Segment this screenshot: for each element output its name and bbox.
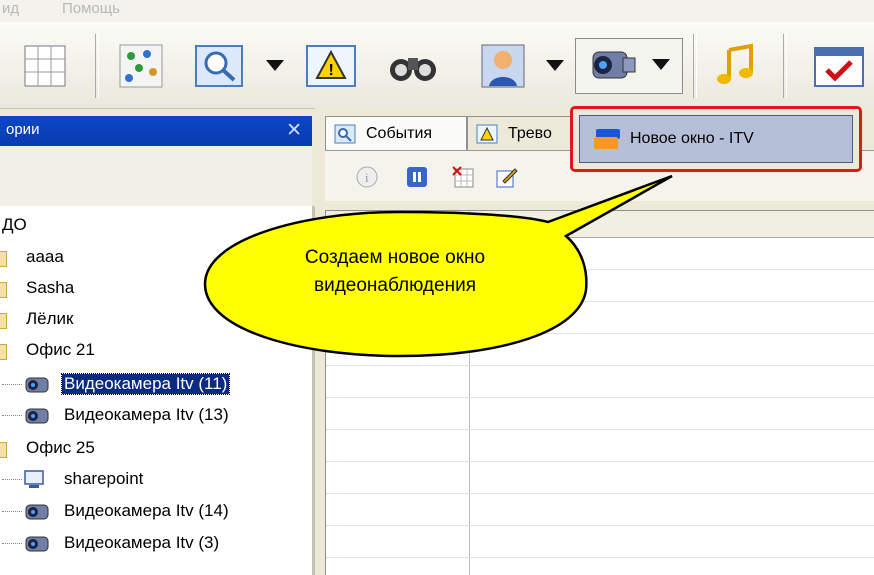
tree-connector [2,384,22,385]
check-button[interactable] [808,38,870,94]
alarm-icon [476,124,498,144]
tree-connector [2,415,22,416]
check-icon [814,47,864,87]
svg-text:!: ! [329,62,334,79]
video-camera-icon [25,536,49,552]
grid-row [326,397,874,398]
grid-view-icon [24,45,66,87]
close-icon[interactable]: ✕ [286,119,302,142]
categories-panel-toolbar [0,146,312,206]
folder-icon [0,313,7,329]
new-window-menu-item[interactable]: Новое окно - ITV [579,115,853,163]
tree-connector [2,479,22,480]
app-window: ид Помощь ! ории ✕ ДО аааа Sasha Лёлик О… [0,0,874,575]
events-panel: События Трево i С [315,108,874,575]
callout-line-2: видеонаблюдения [314,275,476,296]
grid-row [326,333,874,334]
video-camera-icon [25,408,49,424]
grid-row [326,493,874,494]
user-icon [481,44,525,88]
alarm-icon: ! [306,45,356,87]
user-button[interactable] [474,38,532,94]
grid-column-header[interactable]: С [476,213,488,231]
folder-icon [0,344,7,360]
search-icon [334,124,356,144]
music-button[interactable] [708,38,766,94]
user-dropdown-arrow[interactable] [546,60,564,71]
grid-header: С [326,211,874,238]
grid-row [326,557,874,558]
delete-grid-icon[interactable] [451,165,475,189]
binoculars-icon [390,58,436,81]
video-camera-icon [25,504,49,520]
new-window-icon [594,129,620,149]
callout-line-1: Создаем новое окно [304,247,486,268]
categories-panel-header: ории ✕ [0,116,312,146]
grid-row [326,365,874,366]
toolbar-separator [783,34,787,98]
map-button[interactable] [112,38,170,94]
edit-icon[interactable] [495,165,519,189]
tree-connector [2,543,22,544]
video-camera-button[interactable] [575,38,683,94]
dropdown-menu-highlight: Новое окно - ITV [570,106,862,172]
menu-bar: ид Помощь [0,0,874,22]
toolbar-separator [95,34,99,98]
callout-text: Создаем новое окно видеонаблюдения [230,244,560,300]
panel-title: ории [6,121,40,138]
alarm-button[interactable]: ! [302,38,360,94]
grid-row [326,525,874,526]
menu-item-help[interactable]: Помощь [62,0,120,17]
tab-events[interactable]: События [325,116,467,150]
search-dropdown-arrow[interactable] [266,60,284,71]
computer-icon [24,470,44,488]
grid-view-button[interactable] [16,38,74,94]
video-camera-icon [592,51,636,79]
folder-icon [0,442,7,458]
folder-icon [0,282,7,298]
main-toolbar: ! [0,22,874,109]
search-icon [195,45,243,87]
svg-text:i: i [365,170,369,185]
folder-icon [0,251,7,267]
menu-item-view[interactable]: ид [2,0,19,17]
map-icon [119,44,163,88]
grid-row [326,301,874,302]
tree-connector [2,511,22,512]
pause-icon[interactable] [405,165,429,189]
video-camera-icon [25,377,49,393]
tab-alarms[interactable]: Трево [467,116,577,150]
grid-row [326,429,874,430]
search-button[interactable] [190,38,248,94]
binoculars-button[interactable] [384,38,442,94]
video-camera-dropdown-arrow[interactable] [652,59,670,70]
grid-row [326,461,874,462]
music-icon [717,43,753,84]
toolbar-separator [693,34,697,98]
info-icon[interactable]: i [355,165,379,189]
